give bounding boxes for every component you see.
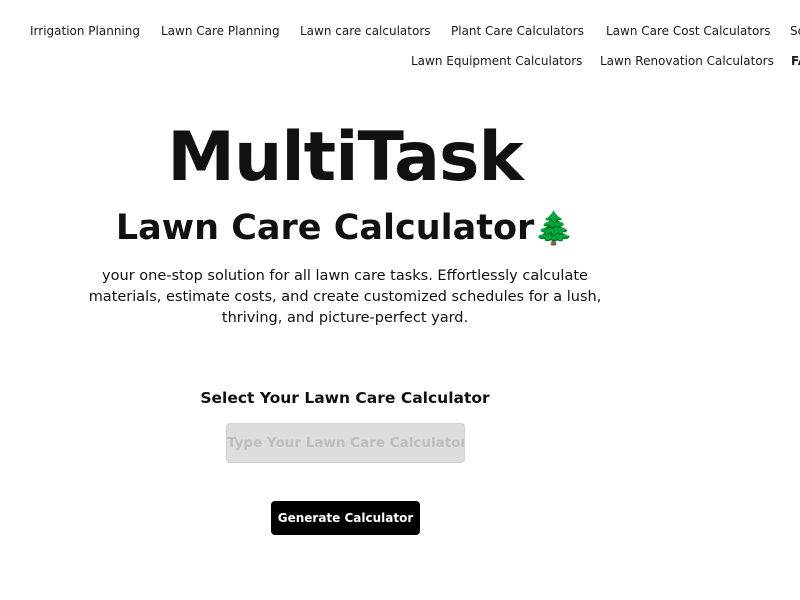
description: your one-stop solution for all lawn care… xyxy=(88,268,602,326)
nav-lawn-care-calculators[interactable]: Lawn care calculators xyxy=(300,24,431,38)
nav-lawn-renovation-calculators[interactable]: Lawn Renovation Calculators xyxy=(600,54,774,68)
subtitle-text: Lawn Care Calculator xyxy=(115,208,535,248)
nav-irrigation-planning[interactable]: Irrigation Planning xyxy=(30,24,140,38)
nav-truncated-item[interactable]: So xyxy=(790,24,800,38)
nav-lawn-equipment-calculators[interactable]: Lawn Equipment Calculators xyxy=(411,54,582,68)
nav-lawn-care-cost-calculators[interactable]: Lawn Care Cost Calculators xyxy=(606,24,771,38)
page-subtitle: Lawn Care Calculator🌲 xyxy=(0,208,690,248)
generate-calculator-button[interactable]: Generate Calculator xyxy=(271,501,420,535)
page-title: MultiTask xyxy=(167,118,523,197)
tree-icon: 🌲 xyxy=(534,209,575,247)
calculator-search-input[interactable] xyxy=(226,423,465,463)
calculator-select-label: Select Your Lawn Care Calculator xyxy=(200,389,490,407)
nav-faq[interactable]: FA xyxy=(791,54,800,68)
nav-lawn-care-planning[interactable]: Lawn Care Planning xyxy=(161,24,280,38)
nav-plant-care-calculators[interactable]: Plant Care Calculators xyxy=(451,24,584,38)
top-nav: Irrigation Planning Lawn Care Planning L… xyxy=(0,0,800,80)
